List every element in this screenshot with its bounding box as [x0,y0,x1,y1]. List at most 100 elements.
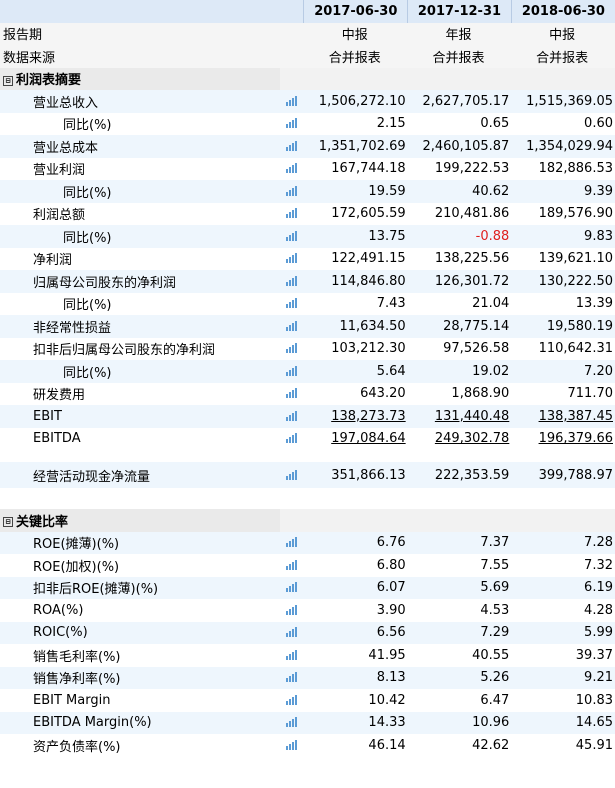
section-title-cell[interactable]: ⊟ 关键比率 [0,509,280,532]
value-text: 6.80 [376,557,406,573]
value-cell[interactable]: 138,387.45 [511,405,615,428]
bar-chart-icon[interactable] [279,202,304,225]
bar-chart-icon[interactable] [279,225,304,248]
bar-chart-icon[interactable] [279,405,304,428]
bar-chart-icon[interactable] [279,382,304,405]
value-text: 97,526.58 [443,341,510,357]
value-cell: 41.95 [303,644,408,667]
bar-chart-icon[interactable] [279,180,304,203]
bar-chart-icon[interactable] [286,298,298,309]
value-text: 2,627,705.17 [422,93,510,109]
bar-chart-icon[interactable] [286,230,298,241]
value-cell: 4.53 [407,599,512,622]
bar-chart-icon[interactable] [279,247,304,270]
row-label: EBITDA Margin(%) [0,711,280,734]
bar-chart-icon[interactable] [279,135,304,158]
value-cell: 19.59 [303,180,408,203]
bar-chart-icon[interactable] [279,644,304,667]
bar-chart-icon[interactable] [286,95,298,106]
row-label: 数据来源 [0,45,280,68]
collapse-icon[interactable]: ⊟ [3,75,13,86]
bar-chart-icon[interactable] [286,343,298,354]
bar-chart-icon[interactable] [279,689,304,712]
bar-chart-icon[interactable] [286,433,298,444]
value-cell: 19,580.19 [511,315,615,338]
table-row: 营业总收入 1,506,272.10 2,627,705.17 1,515,369.0… [0,90,615,113]
table-row: 利润总额 172,605.59 210,481.86 189,576.90 [0,202,615,225]
value-cell[interactable]: 138,273.73 [303,405,408,428]
value-cell: 97,526.58 [407,337,512,360]
bar-chart-icon[interactable] [279,576,304,599]
value-cell[interactable]: 131,440.48 [407,405,512,428]
bar-chart-icon[interactable] [286,469,298,480]
bar-chart-icon[interactable] [279,734,304,757]
bar-chart-icon[interactable] [286,253,298,264]
value-cell: 122,491.15 [303,247,408,270]
bar-chart-icon[interactable] [279,292,304,315]
section-title-cell[interactable]: ⊟ 利润表摘要 [0,67,280,90]
value-cell: 21.04 [407,292,512,315]
bar-chart-icon[interactable] [279,462,304,488]
section-header[interactable]: ⊟ 利润表摘要 [0,67,615,90]
value-cell[interactable]: 196,379.66 [511,427,615,450]
bar-chart-icon[interactable] [279,90,304,113]
value-cell: 138,225.56 [407,247,512,270]
bar-chart-icon[interactable] [286,649,298,660]
bar-chart-icon[interactable] [286,739,298,750]
row-label: EBITDA [0,427,280,450]
bar-chart-icon[interactable] [286,582,298,593]
row-label: 销售毛利率(%) [0,644,280,667]
row-label: 研发费用 [0,382,280,405]
date-column-header[interactable]: 2017-12-31 [407,0,512,23]
bar-chart-icon[interactable] [286,320,298,331]
bar-chart-icon[interactable] [286,185,298,196]
bar-chart-icon[interactable] [279,666,304,689]
bar-chart-icon[interactable] [279,360,304,383]
bar-chart-icon[interactable] [286,365,298,376]
value-link[interactable]: 197,084.64 [331,431,405,446]
bar-chart-icon[interactable] [286,275,298,286]
bar-chart-icon[interactable] [286,694,298,705]
bar-chart-icon[interactable] [279,157,304,180]
bar-chart-icon[interactable] [286,410,298,421]
value-cell[interactable]: 197,084.64 [303,427,408,450]
section-header[interactable]: ⊟ 关键比率 [0,509,615,532]
value-link[interactable]: 196,379.66 [539,431,613,446]
collapse-icon[interactable]: ⊟ [3,517,13,528]
bar-chart-icon[interactable] [279,337,304,360]
bar-chart-icon[interactable] [279,112,304,135]
bar-chart-icon[interactable] [286,717,298,728]
bar-chart-icon[interactable] [286,537,298,548]
bar-chart-icon[interactable] [279,315,304,338]
bar-chart-icon[interactable] [286,118,298,129]
value-link[interactable]: 138,387.45 [539,409,613,424]
table-row: 非经常性损益 11,634.50 28,775.14 19,580.19 [0,315,615,338]
bar-chart-icon[interactable] [279,599,304,622]
value-cell[interactable]: 249,302.78 [407,427,512,450]
bar-chart-icon[interactable] [279,270,304,293]
bar-chart-icon[interactable] [286,388,298,399]
value-cell: 130,222.50 [511,270,615,293]
value-link[interactable]: 131,440.48 [435,409,509,424]
value-link[interactable]: 138,273.73 [331,409,405,424]
bar-chart-icon[interactable] [286,627,298,638]
bar-chart-icon[interactable] [279,427,304,450]
bar-chart-icon[interactable] [279,711,304,734]
date-column-header[interactable]: 2017-06-30 [303,0,408,23]
value-cell: 7.20 [511,360,615,383]
bar-chart-icon[interactable] [286,604,298,615]
bar-chart-icon[interactable] [286,672,298,683]
bar-chart-icon[interactable] [279,621,304,644]
bar-chart-icon[interactable] [286,140,298,151]
value-cell: 13.75 [303,225,408,248]
bar-chart-icon[interactable] [286,559,298,570]
bar-chart-icon[interactable] [286,208,298,219]
value-cell: 9.39 [511,180,615,203]
bar-chart-icon[interactable] [279,531,304,554]
date-column-header[interactable]: 2018-06-30 [510,0,615,23]
bar-chart-icon[interactable] [286,163,298,174]
value-link[interactable]: 249,302.78 [435,431,509,446]
value-text: 139,621.10 [538,251,613,267]
value-text: 643.20 [360,386,406,402]
bar-chart-icon[interactable] [279,554,304,577]
